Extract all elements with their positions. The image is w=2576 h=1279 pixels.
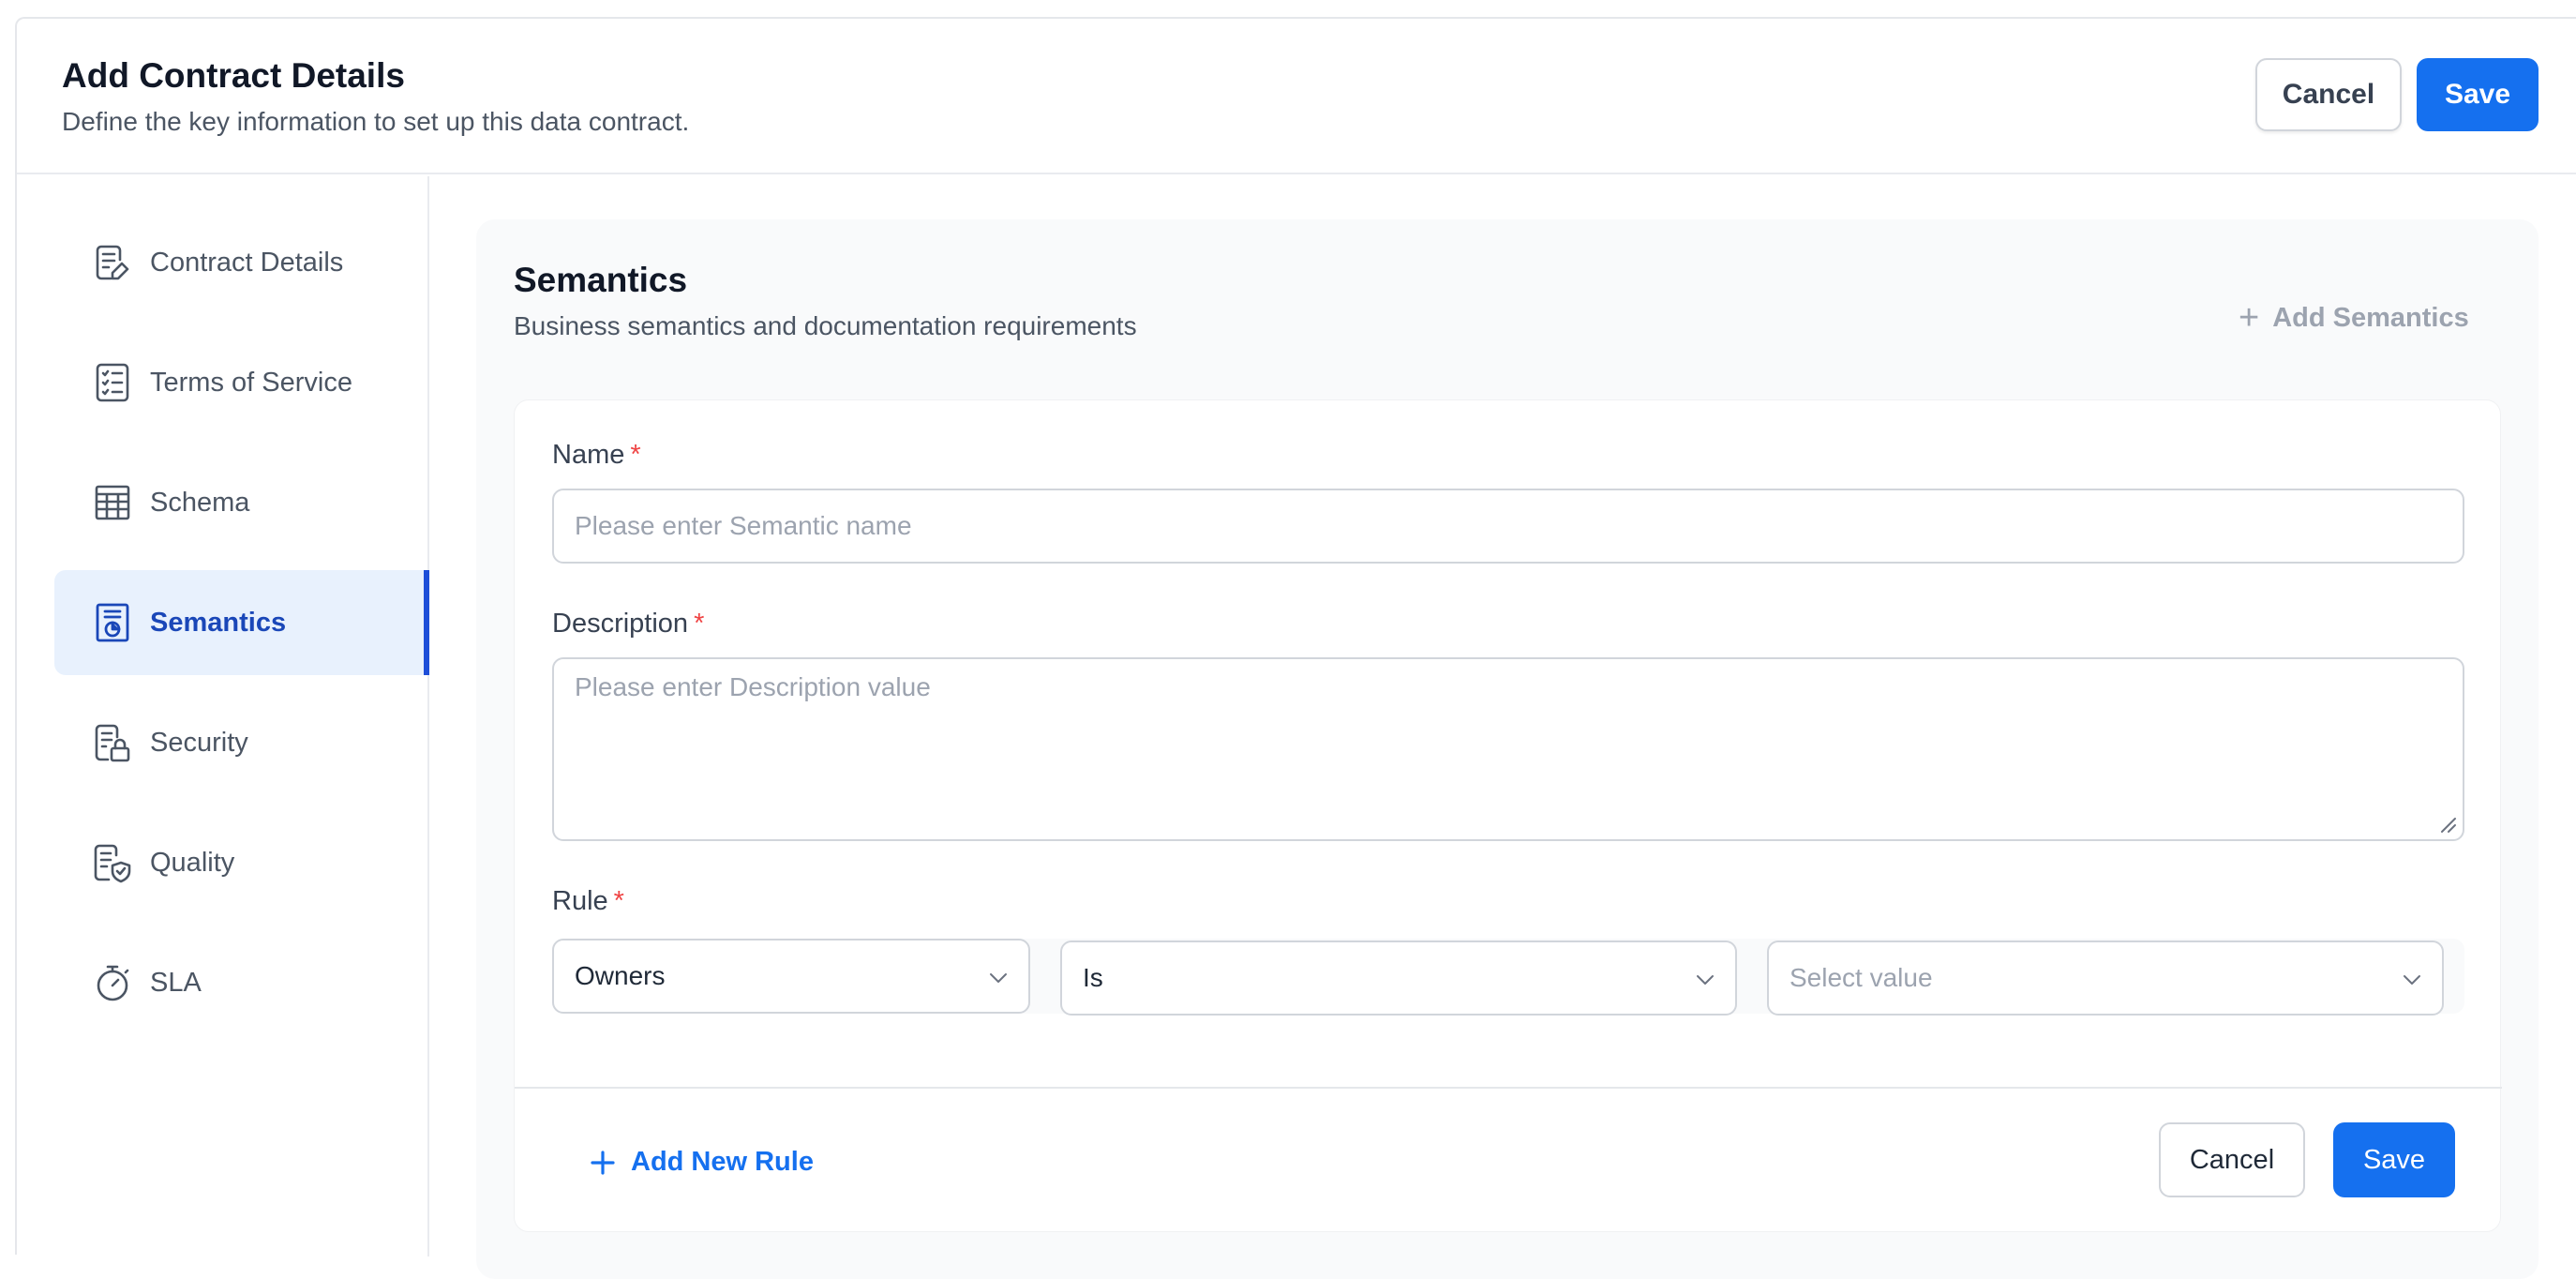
semantics-icon [92,602,133,643]
contract-editor: Add Contract Details Define the key info… [15,17,2576,1279]
resize-handle-icon[interactable] [2436,813,2457,834]
description-label-text: Description [552,609,689,639]
card-divider [515,1087,2502,1089]
sidebar-item-semantics[interactable]: Semantics [54,570,429,675]
section-subtitle: Business semantics and documentation req… [514,311,1137,340]
document-shield-icon [92,842,133,883]
semantics-panel: Semantics Business semantics and documen… [476,219,2539,1279]
required-marker: * [694,609,705,639]
sidebar-item-label: Semantics [150,607,287,638]
terms-of-service-icon [92,362,133,403]
document-lock-icon [92,722,133,763]
rule-label-text: Rule [552,886,608,916]
sidebar-item-label: Quality [150,847,235,878]
semantic-name-input[interactable]: Please enter Semantic name [552,489,2464,564]
rule-field-value: Owners [575,961,666,990]
semantic-name-placeholder: Please enter Semantic name [575,511,912,540]
rule-operator-select[interactable]: Is [1060,940,1737,1016]
sidebar-item-security[interactable]: Security [54,690,429,795]
sidebar-item-label: Schema [150,487,250,518]
table-grid-icon [92,482,133,523]
description-label: Description * [552,609,704,640]
page-header: Add Contract Details Define the key info… [17,19,2576,174]
header-save-button[interactable]: Save [2417,58,2539,131]
sidebar-item-contract-details[interactable]: Contract Details [54,210,429,315]
required-marker: * [630,440,641,470]
page-title: Add Contract Details [62,56,405,95]
header-cancel-button[interactable]: Cancel [2255,58,2402,131]
sidebar-item-quality[interactable]: Quality [54,810,429,915]
rule-row: Owners Is Select value [552,939,2464,1016]
name-label-text: Name [552,440,625,470]
sidebar-nav: Contract Details Terms of Service Schema [17,176,429,1256]
sidebar-item-label: SLA [150,967,202,998]
chevron-down-icon [990,973,1007,983]
name-label: Name * [552,440,641,471]
plus-icon [591,1150,615,1175]
sidebar-item-label: Contract Details [150,247,344,278]
section-title: Semantics [514,261,688,299]
plus-icon: + [2239,298,2260,338]
page-subtitle: Define the key information to set up thi… [62,107,690,136]
sidebar-item-label: Terms of Service [150,367,352,398]
rule-value-select[interactable]: Select value [1767,940,2444,1016]
sidebar-item-label: Security [150,727,248,758]
rule-operator-value: Is [1083,963,1103,992]
form-cancel-button[interactable]: Cancel [2159,1122,2305,1197]
chevron-down-icon [1697,975,1714,985]
semantic-form-card: Name * Please enter Semantic name Descrip… [514,399,2502,1232]
sidebar-item-schema[interactable]: Schema [54,450,429,555]
add-new-rule-label: Add New Rule [631,1147,814,1177]
form-save-button[interactable]: Save [2333,1122,2455,1197]
sidebar-item-terms-of-service[interactable]: Terms of Service [54,330,429,435]
rule-field-select[interactable]: Owners [552,939,1030,1014]
rule-value-placeholder: Select value [1790,963,1933,992]
add-semantics-label: Add Semantics [2272,302,2469,333]
required-marker: * [613,886,624,916]
sidebar-item-sla[interactable]: SLA [54,930,429,1035]
add-semantics-button[interactable]: + Add Semantics [2239,300,2469,336]
stopwatch-icon [92,962,133,1003]
chevron-down-icon [2404,975,2420,985]
rule-label: Rule * [552,886,624,917]
add-new-rule-button[interactable]: Add New Rule [590,1147,814,1178]
description-placeholder: Please enter Description value [575,672,931,701]
description-textarea[interactable]: Please enter Description value [552,657,2464,841]
contract-details-icon [92,242,133,283]
